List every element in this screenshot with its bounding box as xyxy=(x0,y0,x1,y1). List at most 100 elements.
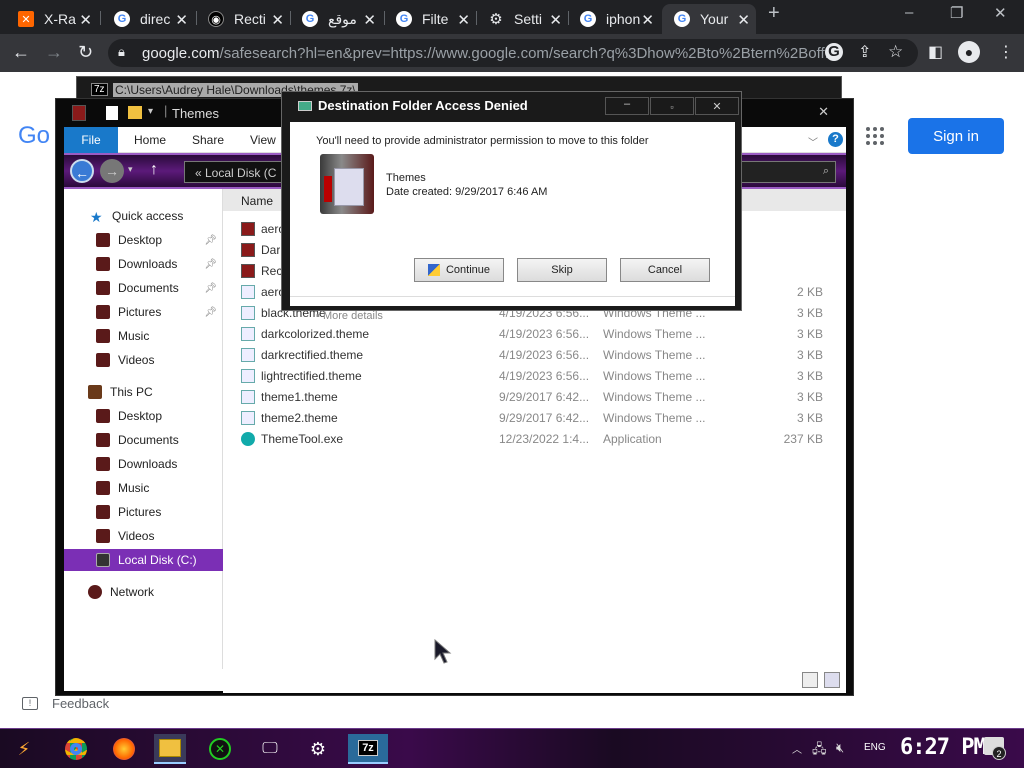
up-arrow-icon[interactable]: ↑ xyxy=(150,161,158,179)
close-icon[interactable]: ✕ xyxy=(818,104,829,120)
continue-button[interactable]: Continue xyxy=(414,258,504,282)
nav-item-pc-music[interactable]: Music xyxy=(64,477,223,499)
new-folder-icon[interactable] xyxy=(128,106,142,119)
close-window-icon[interactable]: ✕ xyxy=(994,4,1007,22)
share-icon[interactable]: ⇪ xyxy=(858,42,871,62)
address-bar[interactable]: 🔒︎ google.com/safesearch?hl=en&prev=http… xyxy=(108,39,918,67)
nav-item-pc-desktop[interactable]: Desktop xyxy=(64,405,223,427)
settings-gear-icon[interactable]: ⚙ xyxy=(302,734,334,764)
file-row[interactable]: theme1.theme 9/29/2017 6:42... Windows The… xyxy=(223,387,846,408)
pin-icon[interactable]: 📌︎ xyxy=(204,259,217,270)
tab-file[interactable]: File xyxy=(64,127,118,153)
nav-item-downloads[interactable]: Downloads 📌︎ xyxy=(64,253,223,275)
forward-icon[interactable]: → xyxy=(100,159,124,183)
profile-avatar-icon[interactable]: ● xyxy=(958,41,980,63)
xbox-icon[interactable]: ✕ xyxy=(204,734,236,764)
access-denied-dialog[interactable]: Destination Folder Access Denied – ▫ ✕ Y… xyxy=(281,91,742,322)
nav-item-pc-pictures[interactable]: Pictures xyxy=(64,501,223,523)
new-tab-icon[interactable]: + xyxy=(768,2,780,25)
dialog-minimize-icon[interactable]: – xyxy=(605,97,649,115)
browser-tab[interactable]: ✕ X-Ra ✕ xyxy=(6,4,98,34)
chrome-icon[interactable] xyxy=(60,734,92,764)
google-apps-icon[interactable] xyxy=(866,127,886,147)
menu-kebab-icon[interactable]: ⋮ xyxy=(998,42,1014,62)
notification-center-icon[interactable]: 2 xyxy=(984,737,1006,760)
browser-tab[interactable]: ⚙ Setti ✕ xyxy=(476,4,568,34)
close-tab-icon[interactable]: ✕ xyxy=(457,11,470,29)
nav-item-pictures[interactable]: Pictures 📌︎ xyxy=(64,301,223,323)
file-row[interactable]: lightrectified.theme 4/19/2023 6:56... Win… xyxy=(223,366,846,387)
expand-ribbon-icon[interactable]: ﹀ xyxy=(808,134,818,149)
recent-locations-icon[interactable]: ▾ xyxy=(128,164,133,175)
large-icons-view-icon[interactable] xyxy=(824,672,840,688)
start-button-icon[interactable]: ⚡ xyxy=(8,734,40,764)
browser-tab[interactable]: G iphon ✕ xyxy=(568,4,660,34)
help-icon[interactable]: ? xyxy=(828,132,843,147)
restore-icon[interactable]: ❐ xyxy=(950,4,963,22)
nav-item-desktop[interactable]: Desktop 📌︎ xyxy=(64,229,223,251)
browser-tab[interactable]: ◉ Recti ✕ xyxy=(196,4,290,34)
tab-view[interactable]: View xyxy=(250,133,276,147)
clock[interactable]: 6:27 PM xyxy=(900,735,987,760)
nav-item-local-disk[interactable]: Local Disk (C:) xyxy=(64,549,223,571)
feedback-link[interactable]: ! Feedback xyxy=(22,696,109,711)
show-hidden-icons[interactable]: ︿ xyxy=(792,741,802,756)
browser-tab[interactable]: G موقع ✕ xyxy=(290,4,382,34)
nav-item-documents[interactable]: Documents 📌︎ xyxy=(64,277,223,299)
close-tab-icon[interactable]: ✕ xyxy=(175,11,188,29)
more-details-toggle[interactable]: ▪︎ More details xyxy=(316,310,383,322)
desktop-icon xyxy=(96,409,110,423)
close-tab-icon[interactable]: ✕ xyxy=(641,11,654,29)
file-row[interactable]: darkrectified.theme 4/19/2023 6:56... Wind… xyxy=(223,345,846,366)
browser-tab-active[interactable]: G Your ✕ xyxy=(662,4,756,34)
volume-muted-icon[interactable]: 🔇︎ xyxy=(836,740,844,756)
close-tab-icon[interactable]: ✕ xyxy=(549,11,562,29)
browser-tab[interactable]: G Filte ✕ xyxy=(384,4,476,34)
close-tab-icon[interactable]: ✕ xyxy=(363,11,376,29)
nav-item-this-pc[interactable]: This PC xyxy=(64,381,223,403)
nav-item-pc-videos[interactable]: Videos xyxy=(64,525,223,547)
dialog-maximize-icon[interactable]: ▫ xyxy=(650,97,694,115)
sevenzip-icon: 7z xyxy=(91,83,108,96)
pin-icon[interactable]: 📌︎ xyxy=(204,283,217,294)
file-row[interactable]: theme2.theme 9/29/2017 6:42... Windows The… xyxy=(223,408,846,429)
nav-item-quick-access[interactable]: ★ Quick access xyxy=(64,205,223,227)
pin-icon[interactable]: 📌︎ xyxy=(204,307,217,318)
nav-item-network[interactable]: Network xyxy=(64,581,223,603)
remote-desktop-icon[interactable]: 🖵︎ xyxy=(254,734,286,764)
nav-item-pc-downloads[interactable]: Downloads xyxy=(64,453,223,475)
sevenzip-taskbar-icon[interactable]: 7z xyxy=(348,734,388,764)
bookmark-star-icon[interactable]: ☆ xyxy=(888,42,903,62)
reload-icon[interactable]: ↻ xyxy=(78,42,93,63)
google-lens-icon[interactable]: G xyxy=(825,43,843,61)
minimize-icon[interactable]: – xyxy=(905,4,913,21)
theme-file-icon xyxy=(241,411,255,425)
nav-item-pc-documents[interactable]: Documents xyxy=(64,429,223,451)
firefox-icon[interactable] xyxy=(108,734,140,764)
close-tab-icon[interactable]: ✕ xyxy=(737,11,750,29)
file-explorer-taskbar-icon[interactable] xyxy=(154,734,186,764)
close-tab-icon[interactable]: ✕ xyxy=(79,11,92,29)
language-indicator[interactable]: ENG xyxy=(864,742,886,753)
close-tab-icon[interactable]: ✕ xyxy=(271,11,284,29)
dialog-close-icon[interactable]: ✕ xyxy=(695,97,739,115)
skip-button[interactable]: Skip xyxy=(517,258,607,282)
tab-share[interactable]: Share xyxy=(192,133,224,147)
network-tray-icon[interactable]: 🖧︎ xyxy=(812,740,827,762)
tab-home[interactable]: Home xyxy=(134,133,166,147)
file-row[interactable]: darkcolorized.theme 4/19/2023 6:56... Wind… xyxy=(223,324,846,345)
pin-icon[interactable]: 📌︎ xyxy=(204,235,217,246)
nav-item-videos[interactable]: Videos xyxy=(64,349,223,371)
side-panel-icon[interactable]: ◧ xyxy=(928,42,943,62)
back-icon[interactable]: ← xyxy=(12,42,30,63)
nav-item-music[interactable]: Music xyxy=(64,325,223,347)
sign-in-button[interactable]: Sign in xyxy=(908,118,1004,154)
forward-icon[interactable]: → xyxy=(45,42,63,63)
details-view-icon[interactable] xyxy=(802,672,818,688)
chevron-down-icon[interactable]: ▾ xyxy=(148,106,153,117)
back-icon[interactable]: ← xyxy=(70,159,94,183)
file-row[interactable]: ThemeTool.exe 12/23/2022 1:4... Applicatio… xyxy=(223,429,846,450)
properties-icon[interactable] xyxy=(106,106,118,120)
browser-tab[interactable]: G direc ✕ xyxy=(102,4,194,34)
cancel-button[interactable]: Cancel xyxy=(620,258,710,282)
